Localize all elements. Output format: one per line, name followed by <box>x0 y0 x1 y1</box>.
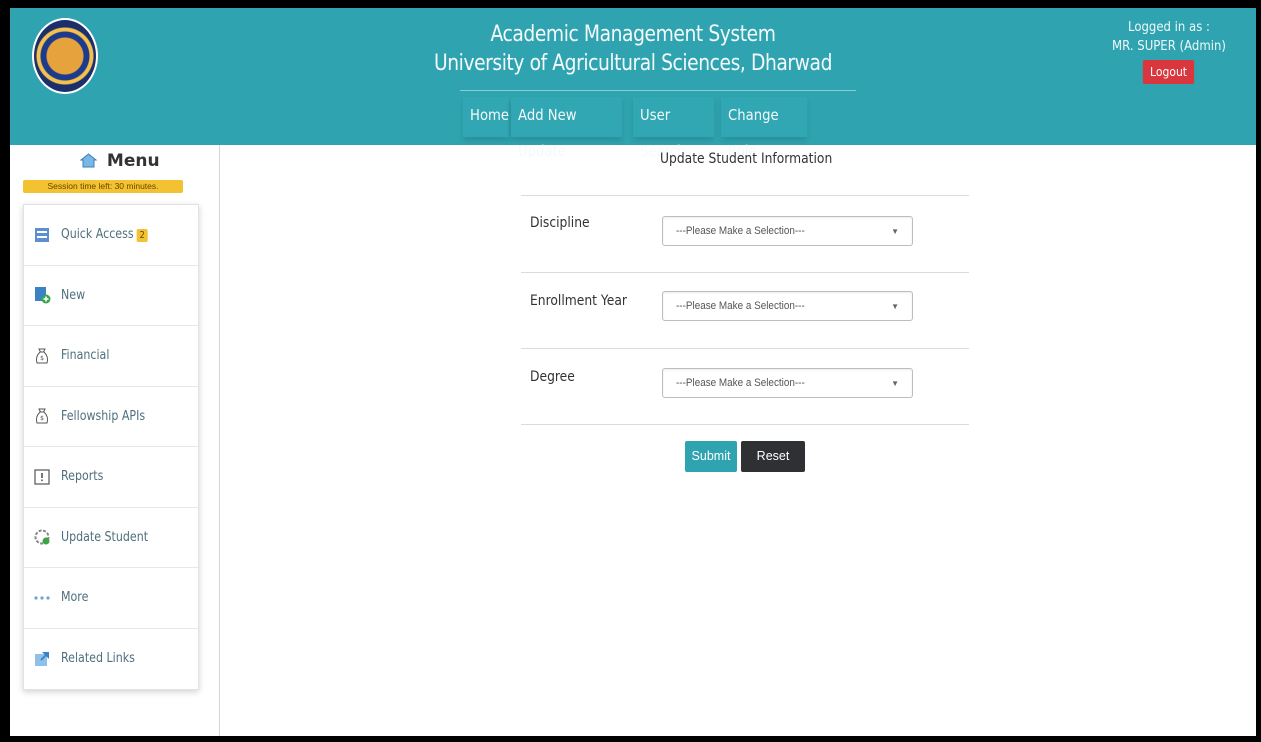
header-bar: Academic Management System University of… <box>10 8 1256 160</box>
logout-button[interactable]: Logout <box>1143 60 1195 84</box>
app-title: Academic Management System <box>490 22 776 47</box>
ellipsis-icon <box>34 596 50 600</box>
sidebar-item-label: Update Student <box>61 529 149 545</box>
menu-title-text: Menu <box>106 151 160 171</box>
sidebar-item-financial[interactable]: $ Financial <box>24 326 198 387</box>
form-divider <box>521 195 969 196</box>
form-divider <box>521 348 969 349</box>
nav-add-new-update[interactable]: Add New Update <box>511 97 622 160</box>
chevron-down-icon: ▼ <box>891 302 899 311</box>
form-divider <box>521 272 969 273</box>
current-user: MR. SUPER (Admin) <box>1112 39 1226 54</box>
nav-change-role[interactable]: Change Role <box>721 97 808 160</box>
form-divider <box>521 424 969 425</box>
new-document-icon <box>35 287 51 304</box>
sidebar-item-label: Reports <box>61 469 104 485</box>
sidebar-item-quick-access[interactable]: Quick Access 2 <box>24 205 198 266</box>
university-name: University of Agricultural Sciences, Dha… <box>433 51 833 76</box>
degree-selected-value: ---Please Make a Selection--- <box>676 377 805 389</box>
sidebar-item-label: More <box>61 590 89 606</box>
sidebar-item-label: Quick Access <box>61 227 134 243</box>
sidebar-item-reports[interactable]: Reports <box>24 447 198 508</box>
external-link-icon <box>35 651 49 666</box>
quick-access-icon <box>35 227 49 242</box>
svg-text:$: $ <box>40 415 44 422</box>
login-info: Logged in as : MR. SUPER (Admin) Logout <box>1104 20 1234 84</box>
submit-button[interactable]: Submit <box>685 441 737 472</box>
sidebar-item-label: New <box>61 287 86 303</box>
sidebar-item-new[interactable]: New <box>24 266 198 326</box>
chevron-down-icon: ▼ <box>891 379 899 388</box>
logged-in-label: Logged in as : <box>1128 20 1210 35</box>
nav-home[interactable]: Home <box>463 97 509 137</box>
sidebar: Menu Session time left: 30 minutes. Quic… <box>10 145 220 736</box>
degree-select[interactable]: ---Please Make a Selection--- ▼ <box>662 368 913 398</box>
enrollment-year-select[interactable]: ---Please Make a Selection--- ▼ <box>662 291 913 321</box>
reset-button[interactable]: Reset <box>741 441 805 472</box>
sidebar-menu: Quick Access 2 New $ Financial $ Fellows… <box>23 204 199 690</box>
money-bag-icon: $ <box>35 348 49 364</box>
enrollment-year-selected-value: ---Please Make a Selection--- <box>676 300 805 312</box>
sidebar-item-label: Fellowship APIs <box>61 408 146 424</box>
title-divider <box>460 90 856 91</box>
quick-access-count-badge: 2 <box>136 229 148 243</box>
degree-label: Degree <box>530 369 575 385</box>
nav-user-search[interactable]: User Search <box>633 97 714 160</box>
form-title: Update Student Information <box>660 151 833 167</box>
app-window: Academic Management System University of… <box>10 8 1256 736</box>
home-icon <box>80 153 97 168</box>
discipline-select[interactable]: ---Please Make a Selection--- ▼ <box>662 216 913 246</box>
main-nav: Home Add New Update User Search Change R… <box>463 97 815 160</box>
discipline-selected-value: ---Please Make a Selection--- <box>676 225 805 237</box>
university-logo <box>32 18 98 94</box>
money-bag-icon: $ <box>35 408 49 424</box>
sidebar-item-more[interactable]: More <box>24 568 198 629</box>
sidebar-item-label: Related Links <box>61 651 135 667</box>
svg-text:$: $ <box>40 355 44 362</box>
sidebar-item-fellowship-apis[interactable]: $ Fellowship APIs <box>24 387 198 447</box>
chevron-down-icon: ▼ <box>891 227 899 236</box>
sidebar-item-update-student[interactable]: Update Student <box>24 508 198 568</box>
session-timer-badge: Session time left: 30 minutes. <box>23 180 183 193</box>
discipline-label: Discipline <box>530 215 590 231</box>
update-student-icon <box>34 529 50 545</box>
sidebar-item-label: Financial <box>61 348 110 364</box>
menu-heading: Menu <box>80 151 160 171</box>
enrollment-year-label: Enrollment Year <box>530 293 627 309</box>
report-icon <box>34 469 50 485</box>
sidebar-item-related-links[interactable]: Related Links <box>24 629 198 690</box>
